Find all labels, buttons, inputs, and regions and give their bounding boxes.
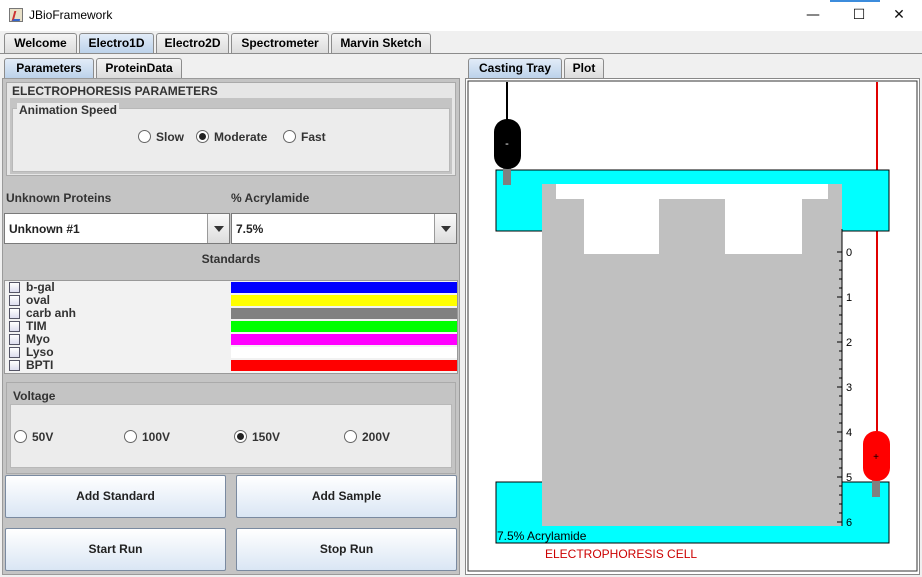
ruler-tick-label: 5 [846, 472, 852, 484]
standard-row: BPTI [5, 359, 457, 372]
ruler-tick-label: 0 [846, 247, 852, 259]
voltage-100-label: 100V [142, 429, 171, 444]
add-standard-button[interactable]: Add Standard [5, 475, 226, 518]
standard-color-swatch [231, 360, 457, 371]
app-icon [9, 8, 23, 22]
unknown-proteins-select[interactable]: Unknown #1 [4, 213, 230, 244]
speed-fast-option[interactable]: Fast [283, 129, 326, 144]
speed-slow-label: Slow [156, 129, 185, 144]
gel-label: 7.5% Acrylamide [497, 529, 587, 543]
tab-parameters[interactable]: Parameters [4, 58, 94, 78]
tab-casting-tray[interactable]: Casting Tray [468, 58, 562, 78]
tab-divider [0, 53, 922, 54]
standard-row: Myo [5, 333, 457, 346]
standard-row: Lyso [5, 346, 457, 359]
voltage-100-radio[interactable] [124, 430, 137, 444]
standard-color-swatch [231, 295, 457, 306]
acrylamide-value: 7.5% [236, 222, 264, 236]
voltage-200-radio[interactable] [344, 430, 357, 444]
title-bar [0, 0, 922, 31]
tab-electro1d[interactable]: Electro1D [79, 33, 154, 53]
stop-run-button[interactable]: Stop Run [236, 528, 457, 571]
close-icon[interactable]: ✕ [876, 0, 922, 31]
window-title: JBioFramework [29, 8, 113, 22]
negative-electrode-label: - [505, 138, 509, 150]
unknown-proteins-value: Unknown #1 [9, 222, 80, 236]
ruler-tick-label: 3 [846, 382, 852, 394]
positive-electrode-label: + [873, 452, 879, 463]
cell-label: ELECTROPHORESIS CELL [545, 547, 697, 561]
minimize-icon[interactable]: — [790, 0, 836, 31]
speed-fast-label: Fast [301, 129, 326, 144]
voltage-100-option[interactable]: 100V [124, 429, 170, 444]
standard-checkbox[interactable] [9, 282, 20, 293]
ruler-tick-label: 2 [846, 337, 852, 349]
standard-color-swatch [231, 308, 457, 319]
tab-welcome[interactable]: Welcome [4, 33, 77, 53]
speed-fast-radio[interactable] [283, 130, 296, 144]
standard-color-swatch [231, 321, 457, 332]
standards-list: b-gal oval carb anh TIM Myo Lyso BPTI [4, 280, 458, 374]
standard-color-swatch [231, 334, 457, 345]
standard-name: BPTI [26, 358, 54, 372]
ruler-tick-label: 6 [846, 517, 852, 529]
acrylamide-select[interactable]: 7.5% [231, 213, 457, 244]
voltage-50-radio[interactable] [14, 430, 27, 444]
standard-checkbox[interactable] [9, 334, 20, 345]
electrophoresis-cell: 0 1 2 3 4 5 6 - + 7.5% Acrylamide ELECTR… [467, 80, 918, 572]
standard-row: carb anh [5, 307, 457, 320]
voltage-150-label: 150V [252, 429, 281, 444]
acrylamide-label: % Acrylamide [231, 191, 310, 205]
standard-color-swatch [231, 282, 457, 293]
speed-slow-radio[interactable] [138, 130, 151, 144]
speed-slow-option[interactable]: Slow [138, 129, 184, 144]
unknown-proteins-label: Unknown Proteins [6, 191, 112, 205]
standard-checkbox[interactable] [9, 308, 20, 319]
voltage-150-option[interactable]: 150V [234, 429, 280, 444]
tab-plot[interactable]: Plot [564, 58, 604, 78]
animation-speed-title: Animation Speed [17, 103, 120, 117]
standard-row: TIM [5, 320, 457, 333]
standard-checkbox[interactable] [9, 295, 20, 306]
chevron-down-icon[interactable] [207, 214, 229, 243]
speed-moderate-radio[interactable] [196, 130, 209, 144]
ruler-tick-label: 1 [846, 292, 852, 304]
voltage-200-option[interactable]: 200V [344, 429, 390, 444]
voltage-50-label: 50V [32, 429, 54, 444]
standard-checkbox[interactable] [9, 360, 20, 371]
tab-electro2d[interactable]: Electro2D [156, 33, 229, 53]
chevron-down-icon[interactable] [434, 214, 456, 243]
voltage-150-radio[interactable] [234, 430, 247, 444]
tab-marvin-sketch[interactable]: Marvin Sketch [331, 33, 431, 53]
add-sample-button[interactable]: Add Sample [236, 475, 457, 518]
voltage-title: Voltage [13, 389, 56, 403]
standard-checkbox[interactable] [9, 347, 20, 358]
standards-label: Standards [201, 252, 261, 266]
voltage-200-label: 200V [362, 429, 391, 444]
ruler-tick-label: 4 [846, 427, 852, 439]
speed-moderate-label: Moderate [214, 129, 268, 144]
tab-proteindata[interactable]: ProteinData [96, 58, 182, 78]
standard-color-swatch [231, 347, 457, 358]
parameters-header: ELECTROPHORESIS PARAMETERS [12, 84, 218, 98]
tab-spectrometer[interactable]: Spectrometer [231, 33, 329, 53]
standard-checkbox[interactable] [9, 321, 20, 332]
speed-moderate-option[interactable]: Moderate [196, 129, 267, 144]
standard-row: b-gal [5, 281, 457, 294]
voltage-50-option[interactable]: 50V [14, 429, 53, 444]
start-run-button[interactable]: Start Run [5, 528, 226, 571]
